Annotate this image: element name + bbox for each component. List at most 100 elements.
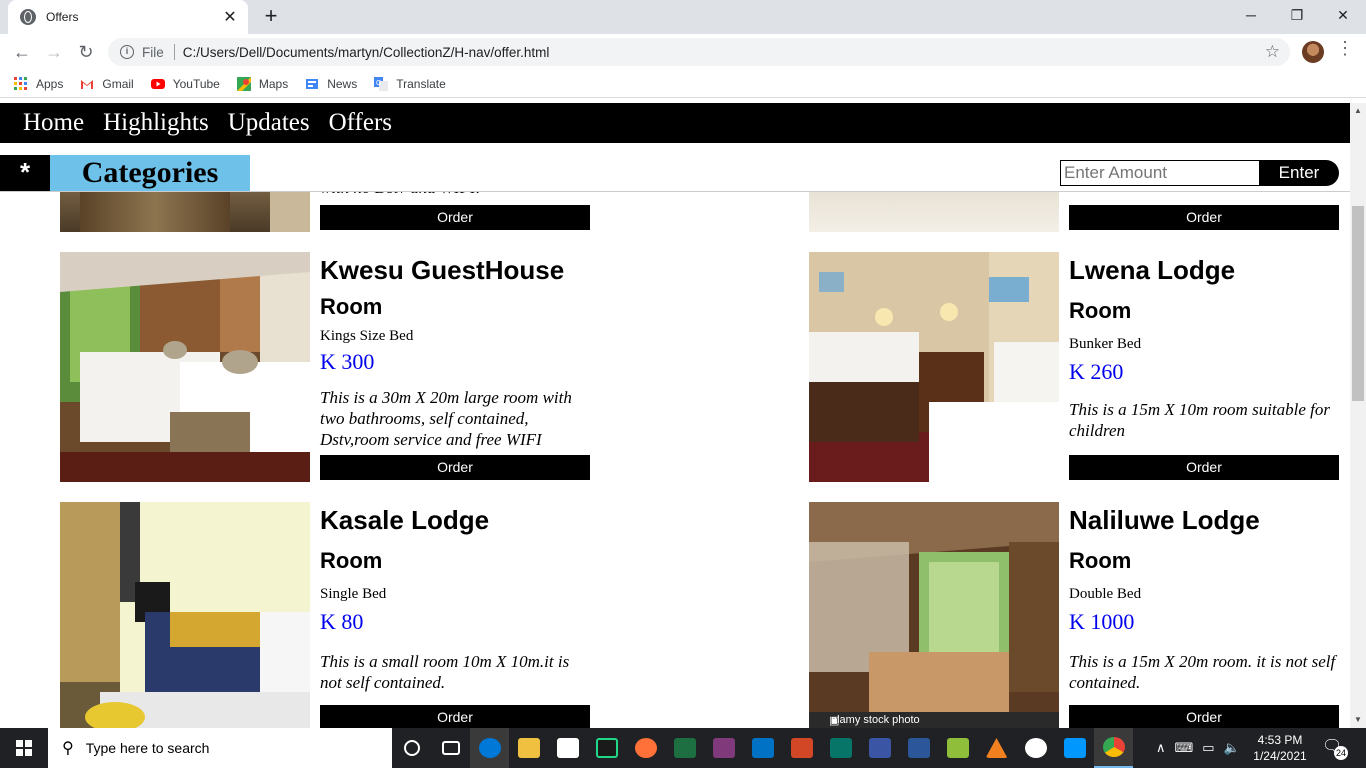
reload-button[interactable]: ↻ <box>72 38 100 66</box>
clock[interactable]: 4:53 PM 1/24/2021 <box>1252 732 1308 764</box>
room-heading: Room <box>1069 298 1132 323</box>
start-button[interactable] <box>0 728 48 768</box>
vlc-icon[interactable] <box>977 728 1016 768</box>
browser-tab[interactable]: Offers ✕ <box>8 0 248 34</box>
search-placeholder: Type here to search <box>85 740 210 756</box>
offer-info: Naliluwe Lodge Room Double Bed K 1000 Th… <box>1069 502 1339 693</box>
bed-type: Kings Size Bed <box>320 328 414 344</box>
cortana-icon[interactable] <box>392 728 431 768</box>
forward-button[interactable]: → <box>40 38 68 66</box>
description: This is a small room 10m X 10m.it is not… <box>320 652 570 692</box>
date: 1/24/2021 <box>1253 749 1307 763</box>
room-photo: ▣ alamy stock photo <box>809 502 1059 728</box>
outlook-icon[interactable] <box>743 728 782 768</box>
offer-card: Kwesu GuestHouse Room Kings Size Bed K 3… <box>60 252 600 482</box>
powerpoint-icon[interactable] <box>782 728 821 768</box>
amount-input[interactable] <box>1060 160 1260 186</box>
offer-card: ▣ alamy stock photo Naliluwe Lodge Room … <box>809 502 1349 728</box>
new-tab-button[interactable]: + <box>258 4 284 30</box>
page-scrollbar[interactable]: ▲ ▼ <box>1350 103 1366 728</box>
order-button[interactable]: Order <box>1069 705 1339 728</box>
lodge-name: Kasale Lodge <box>320 505 490 535</box>
chevron-up-icon[interactable]: ∧ <box>1156 740 1166 756</box>
close-tab-icon[interactable]: ✕ <box>220 7 240 27</box>
network-icon[interactable]: ▭ <box>1202 740 1214 756</box>
room-photo <box>60 502 310 728</box>
file-explorer-icon[interactable] <box>509 728 548 768</box>
room-heading: Room <box>320 294 383 319</box>
bookmark-label: Gmail <box>102 76 134 91</box>
bookmark-label: Apps <box>36 76 64 91</box>
category-bar: * Categories Enter <box>0 143 1350 192</box>
profile-avatar[interactable] <box>1302 41 1324 63</box>
bed-type: Double Bed <box>1069 586 1142 602</box>
info-icon[interactable]: i <box>120 45 134 59</box>
close-window-button[interactable]: ✕ <box>1320 0 1366 30</box>
store-icon[interactable] <box>548 728 587 768</box>
svg-text:G: G <box>376 80 381 87</box>
system-tray: ∧ ⌨ ▭ 🔈 <box>1156 728 1249 768</box>
scroll-thumb[interactable] <box>1352 206 1364 401</box>
file-label: File <box>142 44 164 60</box>
url-text[interactable]: C:/Users/Dell/Documents/martyn/Collectio… <box>183 45 550 60</box>
price: K 300 <box>320 349 375 374</box>
word-icon[interactable] <box>899 728 938 768</box>
youtube-icon <box>150 78 165 89</box>
bookmark-youtube[interactable]: YouTube <box>150 76 220 91</box>
offer-info: Kasale Lodge Room Single Bed K 80 This i… <box>320 502 590 693</box>
firefox-icon[interactable] <box>626 728 665 768</box>
watermark-text: alamy stock photo <box>831 714 920 726</box>
pycharm-icon[interactable] <box>587 728 626 768</box>
room-photo <box>60 252 310 482</box>
order-button[interactable]: Order <box>320 705 590 728</box>
gmail-icon <box>81 79 94 89</box>
order-button[interactable]: Order <box>1069 455 1339 480</box>
chrome-icon[interactable] <box>1094 728 1133 768</box>
page-viewport: with no Dstv and WIFI. Order Order <box>0 103 1350 728</box>
search-icon: ⚲ <box>62 740 74 757</box>
nav-highlights[interactable]: Highlights <box>103 109 209 137</box>
winrar-icon[interactable] <box>938 728 977 768</box>
bookmark-translate[interactable]: G Translate <box>374 76 446 91</box>
site-nav: Home Highlights Updates Offers <box>0 103 1350 143</box>
back-button[interactable]: ← <box>8 38 36 66</box>
keyboard-icon[interactable]: ⌨ <box>1175 740 1194 756</box>
notification-center-icon[interactable]: 🗨 24 <box>1322 736 1348 760</box>
offer-card: Lwena Lodge Room Bunker Bed K 260 This i… <box>809 252 1349 482</box>
bookmark-apps[interactable]: Apps <box>14 76 64 91</box>
excel-icon[interactable] <box>665 728 704 768</box>
minimize-button[interactable]: ─ <box>1228 0 1274 30</box>
menu-star-button[interactable]: * <box>0 155 50 191</box>
enter-button[interactable]: Enter <box>1259 160 1339 186</box>
scroll-down-arrow-icon[interactable]: ▼ <box>1350 712 1366 728</box>
task-view-icon[interactable] <box>431 728 470 768</box>
onenote-icon[interactable] <box>704 728 743 768</box>
price: K 80 <box>320 609 364 634</box>
vscode-icon[interactable] <box>1055 728 1094 768</box>
volume-icon[interactable]: 🔈 <box>1224 740 1240 756</box>
scroll-up-arrow-icon[interactable]: ▲ <box>1350 103 1366 119</box>
publisher-icon[interactable] <box>821 728 860 768</box>
edge-icon[interactable] <box>470 728 509 768</box>
bookmark-maps[interactable]: Maps <box>236 76 288 91</box>
description: This is a 15m X 20m room. it is not self… <box>1069 652 1336 692</box>
bookmark-label: News <box>327 76 358 91</box>
categories-button[interactable]: Categories <box>50 155 250 191</box>
order-button[interactable]: Order <box>320 205 590 230</box>
nav-offers[interactable]: Offers <box>329 109 392 137</box>
visio-icon[interactable] <box>860 728 899 768</box>
bookmark-star-icon[interactable]: ☆ <box>1265 42 1280 62</box>
obs-icon[interactable] <box>1016 728 1055 768</box>
nav-updates[interactable]: Updates <box>228 109 310 137</box>
restore-button[interactable]: ❐ <box>1274 0 1320 30</box>
nav-home[interactable]: Home <box>23 109 84 137</box>
order-button[interactable]: Order <box>320 455 590 480</box>
url-bar[interactable]: i File C:/Users/Dell/Documents/martyn/Co… <box>108 38 1290 66</box>
order-button[interactable]: Order <box>1069 205 1339 230</box>
taskbar-search[interactable]: ⚲ Type here to search <box>48 728 392 768</box>
bookmark-label: YouTube <box>172 76 220 91</box>
room-heading: Room <box>320 548 383 573</box>
menu-kebab-icon[interactable]: ⋮ <box>1336 38 1354 59</box>
bookmark-news[interactable]: News <box>305 77 357 91</box>
bookmark-gmail[interactable]: Gmail <box>80 76 134 91</box>
